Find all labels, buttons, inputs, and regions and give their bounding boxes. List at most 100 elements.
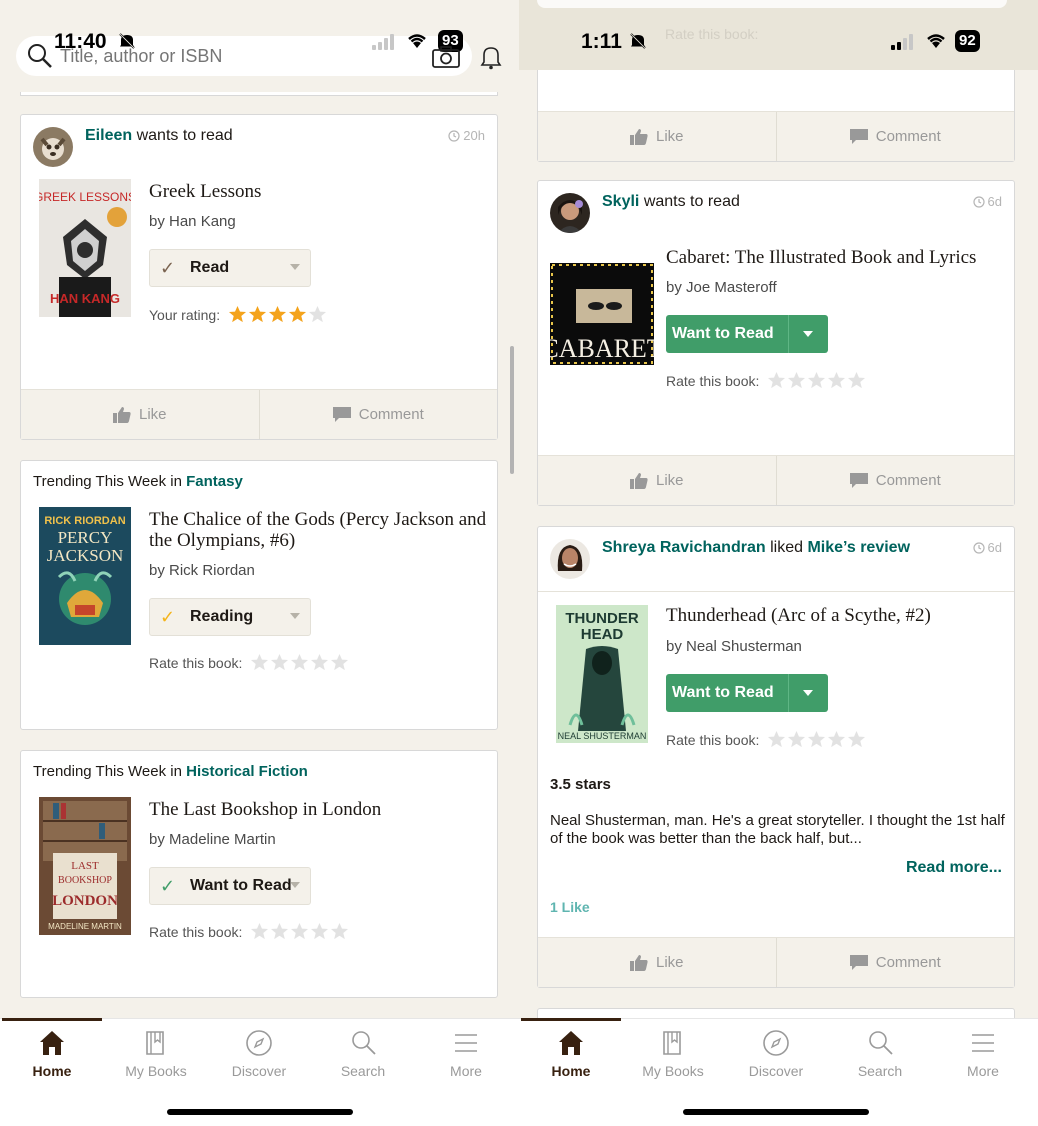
- star-icon[interactable]: [268, 305, 287, 324]
- book-author[interactable]: by Rick Riordan: [149, 562, 255, 579]
- nav-home-label: Home: [551, 1063, 591, 1079]
- check-icon: ✓: [160, 875, 176, 896]
- like-button[interactable]: Like: [538, 456, 776, 505]
- want-to-read-button[interactable]: Want to Read: [666, 674, 828, 712]
- nav-discover[interactable]: Discover: [724, 1029, 828, 1079]
- book-author[interactable]: by Joe Masteroff: [666, 279, 777, 296]
- book-author[interactable]: by Neal Shusterman: [666, 638, 802, 655]
- book-title[interactable]: Cabaret: The Illustrated Book and Lyrics: [666, 247, 1006, 268]
- nav-more[interactable]: More: [931, 1029, 1035, 1079]
- nav-discover[interactable]: Discover: [207, 1029, 311, 1079]
- book-title[interactable]: Greek Lessons: [149, 181, 489, 202]
- like-button[interactable]: Like: [538, 938, 776, 987]
- cover-title: LAST: [71, 860, 99, 872]
- comment-button[interactable]: Comment: [775, 938, 1015, 987]
- nav-home[interactable]: Home: [519, 1029, 623, 1079]
- star-icon[interactable]: [288, 305, 307, 324]
- user-link[interactable]: Eileen: [85, 127, 132, 144]
- star-icon[interactable]: [228, 305, 247, 324]
- comment-button[interactable]: Comment: [775, 456, 1015, 505]
- rate-this-book: Rate this book:: [149, 653, 349, 672]
- previous-card-edge: [20, 92, 498, 96]
- book-cover[interactable]: RICK RIORDAN PERCY JACKSON: [39, 507, 131, 645]
- like-button[interactable]: Like: [21, 390, 259, 439]
- nav-home[interactable]: Home: [0, 1029, 104, 1079]
- genre-link[interactable]: Fantasy: [186, 473, 243, 490]
- star-icon[interactable]: [270, 922, 289, 941]
- user-link[interactable]: Skyli: [602, 193, 639, 210]
- chevron-down-icon[interactable]: [803, 690, 813, 696]
- nav-search[interactable]: Search: [828, 1029, 932, 1079]
- rating-stars[interactable]: [250, 922, 349, 941]
- book-title[interactable]: Thunderhead (Arc of a Scythe, #2): [666, 605, 1006, 626]
- star-icon[interactable]: [270, 653, 289, 672]
- camera-icon[interactable]: [432, 46, 460, 68]
- chevron-down-icon[interactable]: [803, 331, 813, 337]
- book-cover[interactable]: THUNDER HEAD NEAL SHUSTERMAN: [556, 605, 648, 743]
- scrollbar[interactable]: [510, 346, 514, 474]
- star-icon[interactable]: [827, 730, 846, 749]
- star-icon[interactable]: [330, 653, 349, 672]
- shelf-status-button[interactable]: ✓ Want to Read: [149, 867, 311, 905]
- review-link[interactable]: Mike’s review: [807, 539, 910, 556]
- nav-my-books[interactable]: My Books: [621, 1029, 725, 1079]
- user-link[interactable]: Shreya Ravichandran: [602, 539, 766, 556]
- star-icon[interactable]: [767, 730, 786, 749]
- star-icon[interactable]: [290, 653, 309, 672]
- book-author[interactable]: by Madeline Martin: [149, 831, 276, 848]
- book-author[interactable]: by Han Kang: [149, 213, 236, 230]
- likes-count[interactable]: 1 Like: [550, 899, 590, 915]
- home-indicator[interactable]: [683, 1109, 869, 1115]
- nav-my-books[interactable]: My Books: [104, 1029, 208, 1079]
- more-icon: [455, 1034, 477, 1052]
- activity-card: Skyli wants to read 6d CABARET Cabaret: …: [537, 180, 1015, 506]
- star-icon[interactable]: [250, 922, 269, 941]
- avatar[interactable]: [550, 193, 590, 233]
- star-icon[interactable]: [847, 730, 866, 749]
- comment-button[interactable]: Comment: [775, 112, 1015, 161]
- nav-more[interactable]: More: [414, 1029, 518, 1079]
- nav-search[interactable]: Search: [311, 1029, 415, 1079]
- nav-more-label: More: [450, 1063, 482, 1079]
- read-more-link[interactable]: Read more...: [906, 859, 1002, 877]
- star-icon[interactable]: [250, 653, 269, 672]
- cover-title: GREEK LESSONS: [39, 190, 131, 204]
- book-cover[interactable]: GREEK LESSONS HAN KANG: [39, 179, 131, 317]
- want-to-read-button[interactable]: Want to Read: [666, 315, 828, 353]
- shelf-status-button[interactable]: ✓ Read: [149, 249, 311, 287]
- star-icon[interactable]: [827, 371, 846, 390]
- status-bar: 1:11 92: [519, 26, 1038, 60]
- avatar[interactable]: [550, 539, 590, 579]
- book-cover[interactable]: CABARET: [550, 263, 654, 365]
- rating-stars[interactable]: [767, 730, 866, 749]
- rating-stars[interactable]: [767, 371, 866, 390]
- star-icon[interactable]: [847, 371, 866, 390]
- star-icon[interactable]: [767, 371, 786, 390]
- star-icon[interactable]: [248, 305, 267, 324]
- status-time: 11:40: [54, 30, 107, 53]
- shelf-status-button[interactable]: ✓ Reading: [149, 598, 311, 636]
- bell-icon[interactable]: [480, 44, 502, 70]
- star-icon[interactable]: [290, 922, 309, 941]
- star-icon[interactable]: [807, 371, 826, 390]
- comment-button[interactable]: Comment: [258, 390, 498, 439]
- book-title[interactable]: The Chalice of the Gods (Percy Jackson a…: [149, 509, 489, 551]
- avatar[interactable]: [33, 127, 73, 167]
- book-title[interactable]: The Last Bookshop in London: [149, 799, 489, 820]
- like-button[interactable]: Like: [538, 112, 776, 161]
- star-icon[interactable]: [787, 371, 806, 390]
- book-cover[interactable]: LAST BOOKSHOP LONDON MADELINE MARTIN: [39, 797, 131, 935]
- star-icon[interactable]: [310, 653, 329, 672]
- more-icon: [972, 1034, 994, 1052]
- star-icon[interactable]: [308, 305, 327, 324]
- chevron-down-icon: [290, 264, 300, 270]
- star-icon[interactable]: [787, 730, 806, 749]
- star-icon[interactable]: [330, 922, 349, 941]
- home-indicator[interactable]: [167, 1109, 353, 1115]
- left-screen: 11:40 93 Eileen wants to read 20h GREEK …: [0, 0, 519, 1126]
- rating-stars[interactable]: [250, 653, 349, 672]
- rating-stars[interactable]: [228, 305, 327, 324]
- genre-link[interactable]: Historical Fiction: [186, 763, 308, 780]
- star-icon[interactable]: [310, 922, 329, 941]
- star-icon[interactable]: [807, 730, 826, 749]
